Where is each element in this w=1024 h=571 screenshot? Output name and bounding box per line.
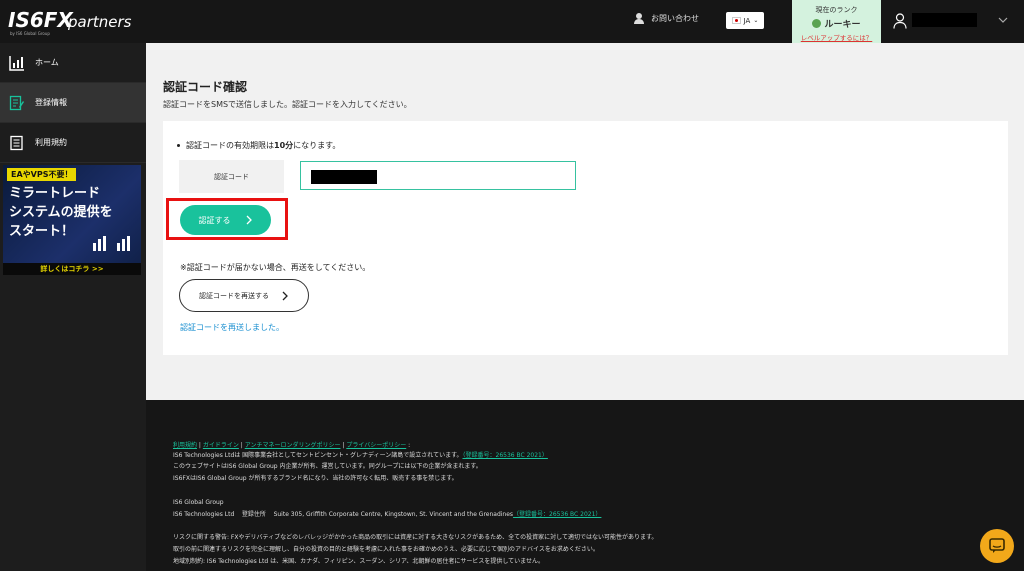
footer-line: IS6 Technologies Ltdは 国際事業会社としてセントビンセント・…	[173, 451, 548, 461]
page-subtitle: 認証コードをSMSで送信しました。認証コードを入力してください。	[163, 100, 412, 109]
svg-text:IS6FX: IS6FX	[8, 8, 74, 32]
note-suffix: になります。	[293, 141, 341, 150]
bar-chart-icon	[93, 236, 130, 251]
rookie-badge-icon	[812, 19, 822, 28]
banner-more-link[interactable]: 詳しくはコチラ >>	[3, 263, 141, 275]
sidebar-item-terms[interactable]: 利用規約	[0, 123, 146, 163]
rank-value-text: ルーキー	[824, 20, 861, 30]
resend-button-label: 認証コードを再送する	[199, 292, 269, 300]
footer-reg1[interactable]: （登録番号：26536 BC 2021）	[463, 452, 548, 459]
footer-link-aml[interactable]: アンチマネーロンダリングポリシー	[245, 442, 341, 449]
language-value: JA	[743, 16, 751, 25]
footer-risk2: 取引の前に関連するリスクを完全に理解し、自分の投資の目的と経験を考慮に入れた事を…	[173, 546, 599, 553]
note-value: 10分	[274, 141, 294, 150]
code-value-redacted	[311, 170, 377, 184]
footer-risk1: リスクに関する警告: FXやデリバティブなどのレバレッジがかかった商品の取引には…	[173, 534, 658, 541]
footer-link-guidelines[interactable]: ガイドライン	[203, 442, 239, 449]
footer-line2: このウェブサイトはIS6 Global Group 内企業が所有、運営しています…	[173, 463, 482, 470]
sidebar-item-registration[interactable]: 登録情報	[0, 83, 146, 123]
sidebar-item-label: 利用規約	[35, 138, 67, 147]
footer-link-terms[interactable]: 利用規約	[173, 442, 197, 449]
footer-link-privacy[interactable]: プライバシーポリシー	[346, 442, 406, 449]
chat-icon	[989, 538, 1005, 553]
footer-company: IS6 Technologies Ltd	[173, 511, 235, 518]
expiry-note: 認証コードの有効期限は10分になります。	[177, 140, 340, 151]
svg-text:partners: partners	[67, 13, 132, 31]
chart-icon	[9, 55, 24, 71]
chat-button[interactable]	[980, 529, 1014, 563]
verification-card: 認証コードの有効期限は10分になります。 認証コード 認証する ※認証コードが届…	[163, 121, 1008, 355]
sidebar: ホーム 登録情報 利用規約 EAやVPS不要！ ミラートレード システムの提供を…	[0, 43, 146, 571]
language-select[interactable]: JA ⌄	[726, 12, 764, 29]
resent-message: 認証コードを再送しました。	[180, 323, 284, 332]
footer-risk3: 地域別制約: IS6 Technologies Ltd は、米国、カナダ、フィリ…	[173, 558, 544, 565]
verify-button[interactable]: 認証する	[180, 205, 271, 235]
rank-value: ルーキー	[792, 17, 881, 30]
rank-panel: 現在のランク ルーキー レベルアップするには？	[792, 0, 881, 43]
resend-note: ※認証コードが届かない場合、再送をしてください。	[180, 263, 371, 272]
main-content: 認証コード確認 認証コードをSMSで送信しました。認証コードを入力してください。…	[146, 43, 1024, 400]
footer-links: 利用規約 | ガイドライン | アンチマネーロンダリングポリシー | プライバシ…	[173, 442, 411, 449]
is6fx-partners-logo[interactable]: IS6FX partners by IS6 Global Group	[8, 7, 148, 37]
code-field-label: 認証コード	[179, 160, 284, 193]
contact-link[interactable]: お問い合わせ	[633, 12, 699, 24]
account-menu-chevron-icon[interactable]	[998, 15, 1008, 25]
banner-tag: EAやVPS不要！	[7, 168, 77, 181]
top-header: IS6FX partners by IS6 Global Group お問い合わ…	[0, 0, 1024, 43]
note-prefix: 認証コードの有効期限は	[186, 141, 274, 150]
footer-address-label: 登録住所	[241, 511, 266, 518]
sidebar-item-home[interactable]: ホーム	[0, 43, 146, 83]
footer-reg2[interactable]: （登録番号：26536 BC 2021）	[513, 511, 601, 518]
japan-flag-icon	[731, 17, 741, 24]
bullet-icon	[177, 144, 180, 147]
chevron-down-icon: ⌄	[753, 17, 759, 24]
logo-sub: by IS6 Global Group	[10, 31, 50, 36]
sidebar-item-label: 登録情報	[35, 98, 67, 107]
resend-code-button[interactable]: 認証コードを再送する	[179, 279, 309, 312]
footer-group: IS6 Global Group	[173, 499, 224, 506]
edit-doc-icon	[9, 95, 24, 110]
username-redacted	[912, 13, 977, 27]
rank-upgrade-link[interactable]: レベルアップするには？	[792, 32, 881, 42]
footer-address-line: IS6 Technologies Ltd 登録住所 Suite 305, Gri…	[173, 510, 601, 520]
user-icon[interactable]	[893, 13, 907, 29]
chevron-right-icon	[282, 291, 288, 300]
rank-label: 現在のランク	[815, 6, 858, 14]
sidebar-item-label: ホーム	[35, 58, 59, 67]
support-agent-icon	[634, 13, 644, 24]
footer-address: Suite 305, Griffith Corporate Centre, Ki…	[273, 511, 514, 518]
chevron-right-icon	[246, 215, 252, 225]
footer: 利用規約 | ガイドライン | アンチマネーロンダリングポリシー | プライバシ…	[146, 400, 1024, 571]
verify-button-label: 認証する	[198, 215, 231, 225]
page-title: 認証コード確認	[163, 80, 248, 94]
footer-line1: IS6 Technologies Ltdは 国際事業会社としてセントビンセント・…	[173, 452, 463, 459]
footer-line3: IS6FXはIS6 Global Group が所有するブランド名になり、当社の…	[173, 475, 458, 482]
contact-label: お問い合わせ	[651, 13, 699, 23]
mirror-trade-banner[interactable]: EAやVPS不要！ ミラートレード システムの提供を スタート！ 詳しくはコチラ…	[3, 165, 141, 275]
document-icon	[10, 135, 23, 150]
